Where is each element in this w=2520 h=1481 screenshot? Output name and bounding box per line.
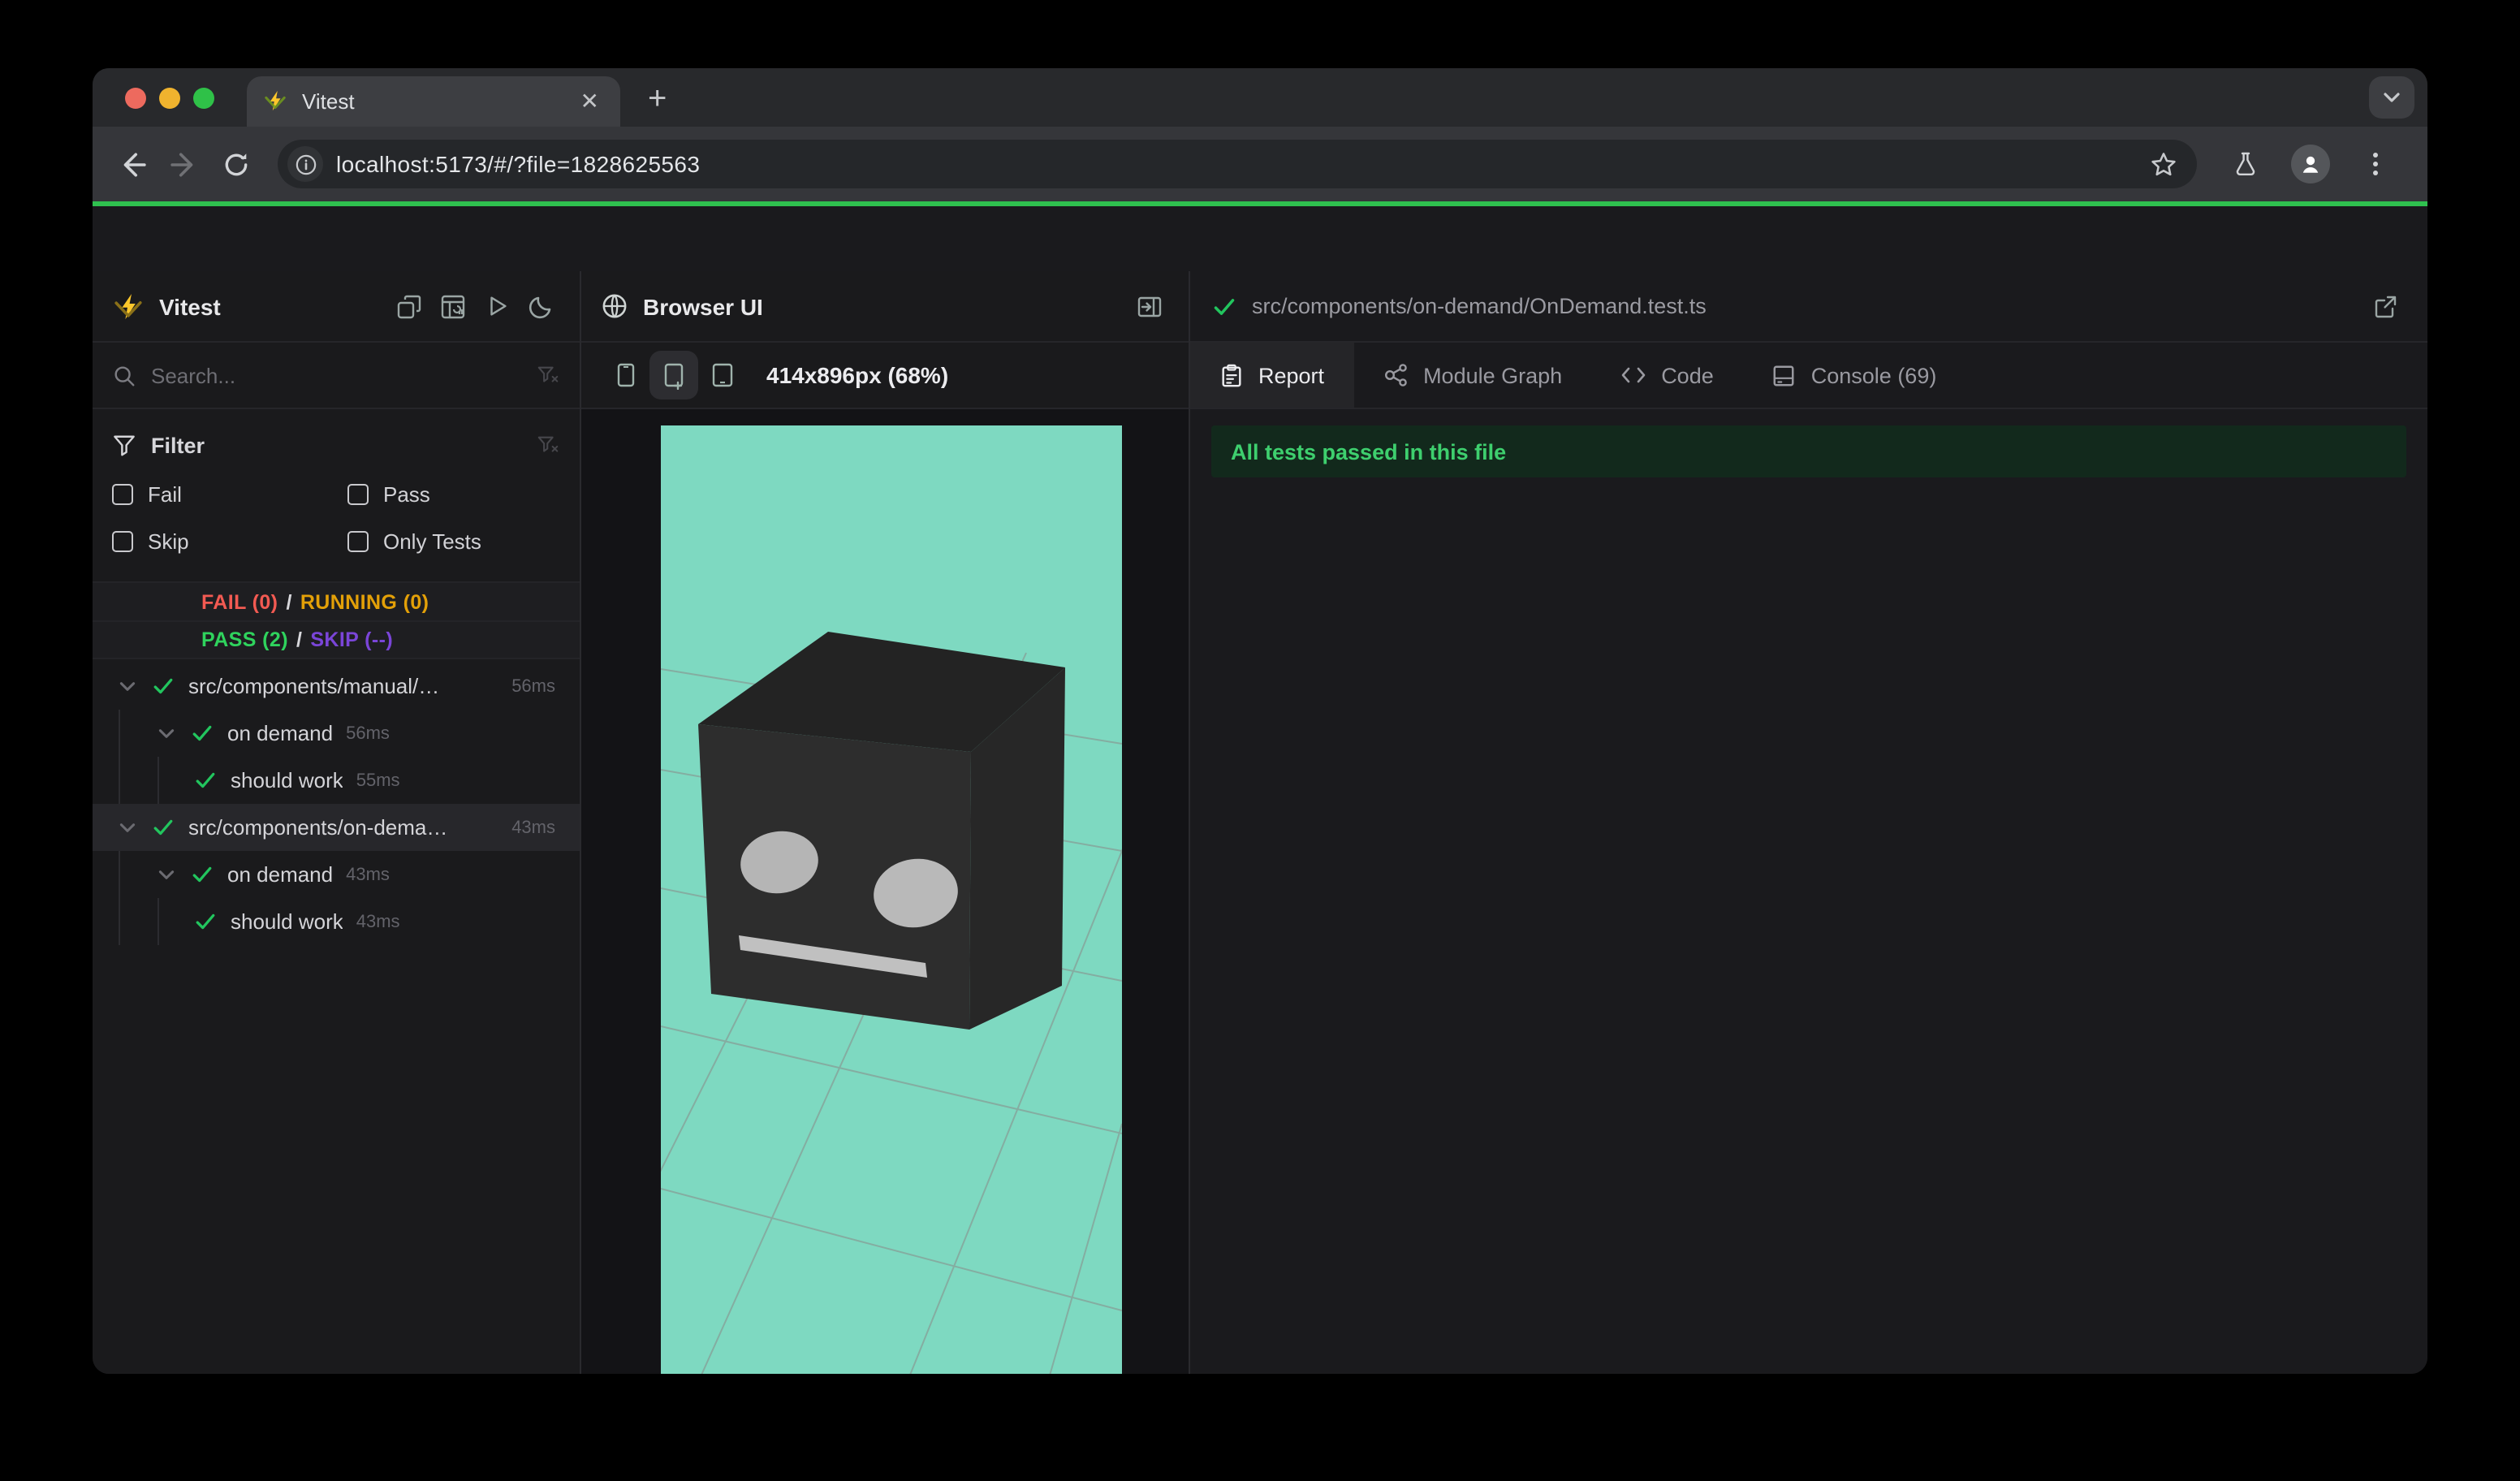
checkbox-icon[interactable] bbox=[112, 484, 133, 505]
browser-preview-frame[interactable] bbox=[661, 425, 1122, 1374]
tab-console[interactable]: Console (69) bbox=[1743, 343, 1966, 408]
device-phone-icon[interactable] bbox=[601, 351, 649, 399]
filter-checkbox-only-tests[interactable]: Only Tests bbox=[347, 525, 560, 559]
search-input[interactable] bbox=[151, 363, 536, 387]
sidebar: Vitest Search... Filter Fail Pass Skip O… bbox=[93, 271, 581, 1374]
profile-avatar[interactable] bbox=[2291, 145, 2330, 184]
code-icon bbox=[1620, 362, 1646, 388]
tab-code[interactable]: Code bbox=[1591, 343, 1743, 408]
pass-check-icon bbox=[195, 911, 216, 932]
tree-file-row[interactable]: src/components/manual/… 56ms bbox=[93, 663, 580, 710]
app-title: Vitest bbox=[159, 293, 221, 319]
console-icon bbox=[1772, 363, 1797, 387]
checkbox-icon[interactable] bbox=[347, 484, 369, 505]
clipboard-icon bbox=[1219, 363, 1244, 387]
bookmark-star-icon[interactable] bbox=[2140, 150, 2187, 178]
chevron-down-icon[interactable] bbox=[156, 723, 177, 744]
robot-cube bbox=[698, 632, 1065, 1030]
clear-search-filter-icon[interactable] bbox=[536, 363, 560, 387]
pass-check-icon bbox=[153, 676, 174, 697]
search-row bbox=[93, 343, 580, 409]
filter-funnel-icon bbox=[112, 433, 136, 457]
vitest-favicon-icon bbox=[263, 89, 287, 114]
tree-test-row[interactable]: should work 43ms bbox=[93, 898, 580, 945]
chevron-down-icon[interactable] bbox=[117, 817, 138, 838]
browser-toolbar bbox=[93, 127, 2427, 201]
report-tab-bar: Report Module Graph Code Console (69) bbox=[1190, 343, 2427, 409]
file-path: src/components/on-demand/OnDemand.test.t… bbox=[1252, 294, 1707, 318]
reload-button[interactable] bbox=[213, 141, 258, 187]
checkbox-icon[interactable] bbox=[347, 531, 369, 552]
filter-title: Filter bbox=[151, 433, 205, 457]
maximize-window-button[interactable] bbox=[193, 88, 214, 109]
test-progress-bar bbox=[93, 201, 2427, 206]
filter-checkbox-skip[interactable]: Skip bbox=[112, 525, 347, 559]
open-external-icon[interactable] bbox=[2366, 287, 2405, 326]
close-window-button[interactable] bbox=[125, 88, 146, 109]
device-toolbar: 414x896px (68%) bbox=[581, 343, 1189, 409]
tab-search-button[interactable] bbox=[2369, 76, 2414, 119]
chevron-down-icon[interactable] bbox=[156, 864, 177, 885]
forward-button[interactable] bbox=[161, 141, 206, 187]
address-bar[interactable] bbox=[278, 140, 2197, 188]
dark-mode-moon-icon[interactable] bbox=[521, 287, 560, 326]
tab-report[interactable]: Report bbox=[1190, 343, 1354, 408]
new-tab-button[interactable]: + bbox=[638, 81, 676, 119]
file-header: src/components/on-demand/OnDemand.test.t… bbox=[1190, 271, 2427, 343]
browser-ui-header: Browser UI bbox=[581, 271, 1189, 343]
test-status-summary: FAIL (0) / RUNNING (0) PASS (2) / SKIP (… bbox=[93, 581, 580, 659]
tab-title: Vitest bbox=[302, 89, 355, 114]
status-row-fail-running: FAIL (0) / RUNNING (0) bbox=[201, 590, 429, 613]
minimize-window-button[interactable] bbox=[159, 88, 180, 109]
filter-panel: Filter Fail Pass Skip Only Tests bbox=[93, 409, 580, 581]
tree-suite-row[interactable]: on demand 43ms bbox=[93, 851, 580, 898]
chevron-down-icon[interactable] bbox=[117, 676, 138, 697]
test-tree: src/components/manual/… 56ms on demand 5… bbox=[93, 663, 580, 945]
module-graph-icon bbox=[1383, 362, 1409, 388]
device-phone-plus-icon[interactable] bbox=[649, 351, 698, 399]
browser-window: Vitest ✕ + localhost:5173/#/?file=182862… bbox=[93, 68, 2427, 1374]
tree-test-row[interactable]: should work 55ms bbox=[93, 757, 580, 804]
browser-tab[interactable]: Vitest ✕ bbox=[247, 76, 620, 127]
dashboard-report-icon[interactable] bbox=[434, 287, 472, 326]
file-pass-check-icon bbox=[1213, 295, 1236, 317]
checkbox-icon[interactable] bbox=[112, 531, 133, 552]
browser-ui-title: Browser UI bbox=[643, 293, 763, 319]
pass-check-icon bbox=[195, 770, 216, 791]
clear-filters-icon[interactable] bbox=[536, 433, 560, 457]
site-info-icon[interactable] bbox=[287, 146, 323, 182]
vitest-ui: Vitest Search... Filter Fail Pass Skip O… bbox=[93, 271, 2427, 1374]
toolbar-actions bbox=[2216, 141, 2411, 187]
pass-check-icon bbox=[153, 817, 174, 838]
tab-module-graph[interactable]: Module Graph bbox=[1353, 343, 1591, 408]
menu-dots-icon[interactable] bbox=[2353, 141, 2398, 187]
close-tab-icon[interactable]: ✕ bbox=[576, 88, 604, 115]
windows-overlap-icon[interactable] bbox=[390, 287, 429, 326]
pass-check-icon bbox=[192, 723, 213, 744]
panel-right-icon[interactable] bbox=[1130, 287, 1169, 326]
report-panel: src/components/on-demand/OnDemand.test.t… bbox=[1190, 271, 2427, 1374]
search-icon bbox=[112, 363, 136, 387]
device-tablet-icon[interactable] bbox=[698, 351, 747, 399]
globe-icon bbox=[601, 287, 628, 326]
all-tests-passed-banner: All tests passed in this file bbox=[1211, 425, 2406, 477]
experiments-flask-icon[interactable] bbox=[2223, 141, 2268, 187]
tree-file-row-selected[interactable]: src/components/on-dema… 43ms bbox=[93, 804, 580, 851]
sidebar-header: Vitest bbox=[93, 271, 580, 343]
filter-checkbox-pass[interactable]: Pass bbox=[347, 477, 560, 512]
url-input[interactable] bbox=[336, 151, 2127, 177]
back-button[interactable] bbox=[109, 141, 154, 187]
threejs-scene bbox=[661, 425, 1122, 1374]
status-row-pass-skip: PASS (2) / SKIP (--) bbox=[93, 620, 580, 658]
pass-check-icon bbox=[192, 864, 213, 885]
vitest-logo-icon bbox=[112, 290, 145, 322]
filter-checkbox-fail[interactable]: Fail bbox=[112, 477, 347, 512]
tree-suite-row[interactable]: on demand 56ms bbox=[93, 710, 580, 757]
run-all-play-icon[interactable] bbox=[477, 287, 516, 326]
traffic-lights bbox=[125, 88, 214, 109]
browser-ui-panel: Browser UI 414x896px (68%) bbox=[581, 271, 1190, 1374]
viewport-dimensions: 414x896px (68%) bbox=[766, 362, 949, 388]
tab-strip: Vitest ✕ + bbox=[93, 68, 2427, 127]
